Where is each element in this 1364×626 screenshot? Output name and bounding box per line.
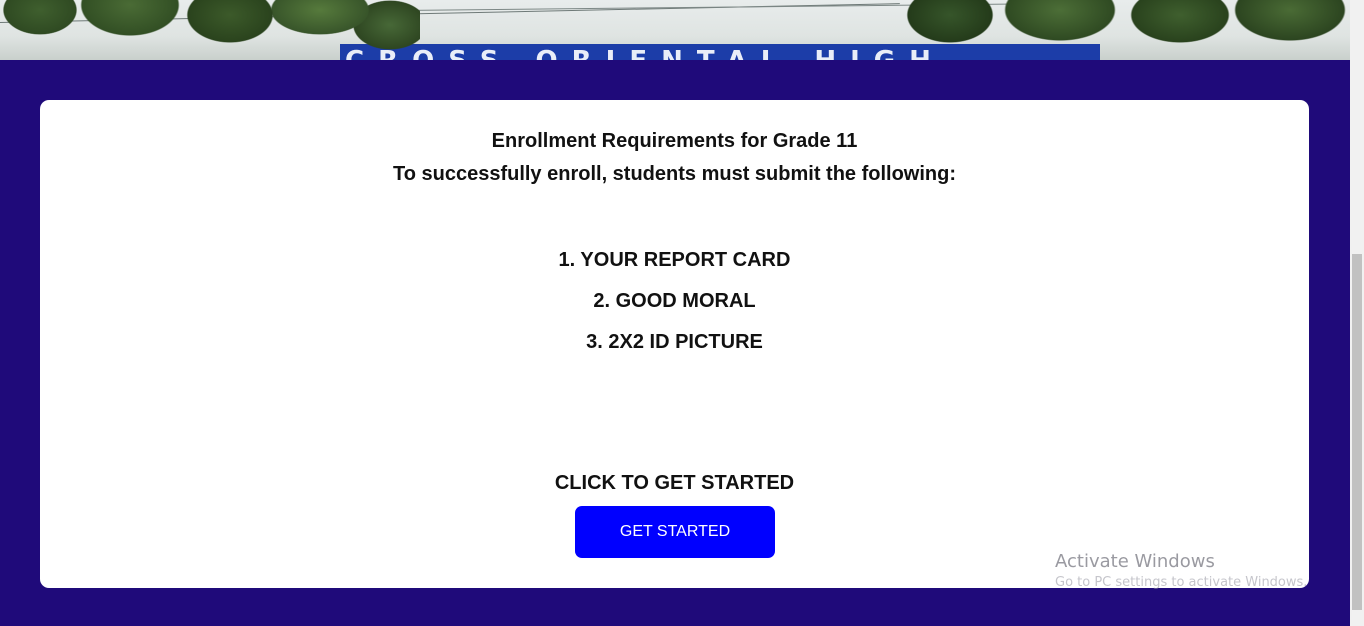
list-item: 1. YOUR REPORT CARD [558,249,791,271]
banner-divider [0,60,1350,62]
list-item: 2. GOOD MORAL [593,290,756,312]
page-title: Enrollment Requirements for Grade 11 [491,130,858,152]
page-subtitle: To successfully enroll, students must su… [392,163,957,185]
requirements-card: Enrollment Requirements for Grade 11 To … [40,100,1309,588]
activate-windows-watermark: Activate Windows Go to PC settings to ac… [1055,550,1307,592]
get-started-button[interactable]: GET STARTED [575,506,775,558]
list-item: 3. 2X2 ID PICTURE [586,331,763,353]
tree-foliage-left [0,0,420,60]
watermark-subtitle: Go to PC settings to activate Windows. [1055,575,1308,590]
scrollbar-thumb[interactable] [1352,254,1362,610]
school-sign-text: CROSS ORIENTAL HIGH [345,48,945,60]
watermark-title: Activate Windows [1055,551,1215,572]
tree-foliage-right [890,0,1350,60]
banner-photo: CROSS ORIENTAL HIGH [0,0,1350,60]
cta-label: CLICK TO GET STARTED [554,472,795,494]
vertical-scrollbar[interactable] [1350,0,1364,626]
requirements-list: 1. YOUR REPORT CARD 2. GOOD MORAL 3. 2X2… [40,248,1309,371]
